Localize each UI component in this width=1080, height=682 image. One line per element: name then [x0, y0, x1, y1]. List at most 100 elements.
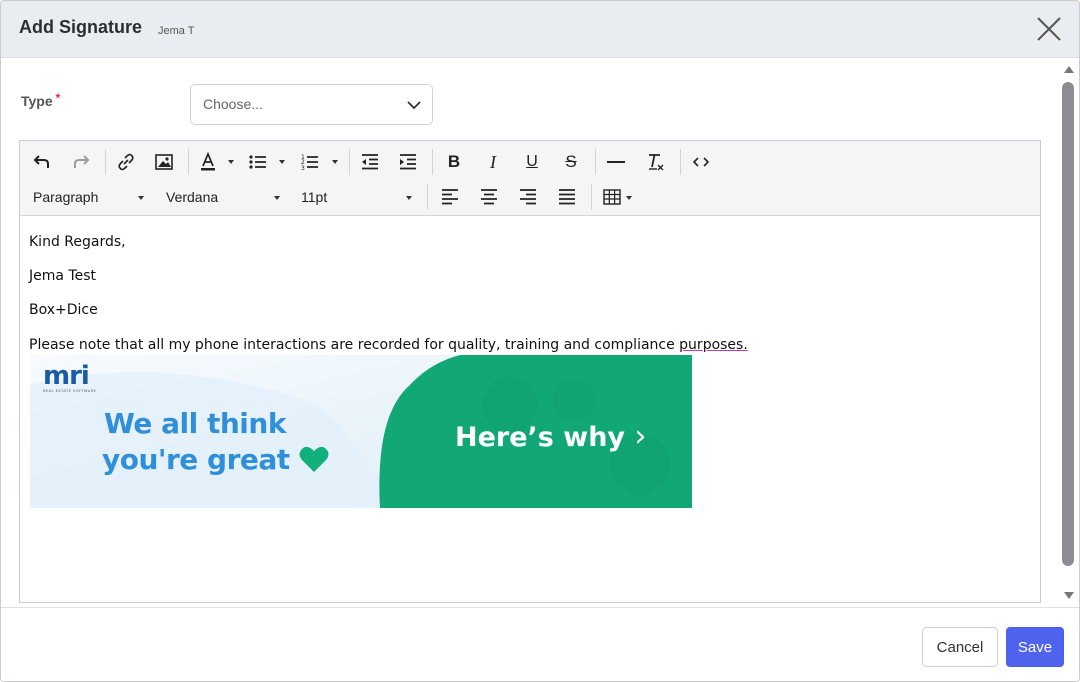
- heart-icon: [299, 446, 329, 472]
- font-size-value: 11pt: [301, 189, 328, 205]
- clear-formatting-icon: [649, 154, 664, 171]
- banner-headline-2: you're great: [102, 443, 290, 476]
- align-center-icon: [481, 189, 497, 205]
- scroll-up-arrow-icon[interactable]: [1064, 66, 1074, 73]
- disclaimer-text: Please note that all my phone interactio…: [29, 337, 680, 353]
- signature-line-greeting: Kind Regards,: [29, 234, 126, 250]
- toolbar-separator: [432, 149, 433, 175]
- align-center-button[interactable]: [477, 184, 501, 210]
- image-button[interactable]: [152, 149, 176, 175]
- font-size-dropdown[interactable]: 11pt: [301, 184, 421, 210]
- numbered-list-button[interactable]: 123: [298, 149, 322, 175]
- banner-cta-text: Here’s why: [455, 422, 626, 453]
- type-select-value: Choose...: [203, 96, 263, 112]
- block-format-value: Paragraph: [33, 189, 99, 205]
- mri-logo: mri REAL ESTATE SOFTWARE: [43, 361, 96, 393]
- underline-button[interactable]: U: [520, 149, 544, 175]
- underline-icon: U: [526, 153, 538, 170]
- signature-line-company: Box+Dice: [29, 302, 98, 318]
- image-icon: [155, 154, 173, 170]
- bullet-list-icon: [249, 155, 266, 169]
- indent-button[interactable]: [396, 149, 420, 175]
- block-format-caret: [138, 196, 144, 200]
- banner-headline-1: We all think: [104, 407, 286, 440]
- italic-icon: I: [490, 151, 496, 172]
- signature-line-name: Jema Test: [29, 268, 96, 284]
- font-family-dropdown[interactable]: Verdana: [166, 184, 286, 210]
- horizontal-line-button[interactable]: [604, 149, 628, 175]
- bold-button[interactable]: B: [442, 149, 466, 175]
- table-button[interactable]: [600, 184, 624, 210]
- font-family-caret: [274, 196, 280, 200]
- required-mark: *: [55, 91, 61, 105]
- dialog-footer: Cancel Save: [1, 607, 1079, 681]
- toolbar-separator: [591, 184, 592, 210]
- clear-formatting-button[interactable]: [644, 149, 668, 175]
- source-code-icon: [693, 157, 709, 167]
- redo-icon: [74, 155, 90, 168]
- toolbar-separator: [595, 149, 596, 175]
- link-icon: [118, 153, 134, 171]
- bold-icon: B: [447, 152, 461, 171]
- table-icon: [603, 189, 621, 205]
- text-color-icon: [201, 152, 215, 171]
- italic-button[interactable]: I: [481, 149, 505, 175]
- outdent-icon: [362, 154, 378, 170]
- bullet-list-dropdown-caret[interactable]: [279, 160, 285, 164]
- cancel-button[interactable]: Cancel: [922, 627, 998, 667]
- numbered-list-dropdown-caret[interactable]: [332, 160, 338, 164]
- vertical-scrollbar[interactable]: [1059, 58, 1079, 607]
- type-label-text: Type: [21, 93, 53, 109]
- scrollbar-thumb[interactable]: [1062, 82, 1074, 566]
- signature-line-disclaimer: Please note that all my phone interactio…: [29, 337, 748, 353]
- indent-icon: [400, 154, 416, 170]
- text-color-button[interactable]: [196, 149, 220, 175]
- banner-cta: Here’s why ›: [455, 419, 646, 454]
- horizontal-line-icon: [607, 161, 625, 163]
- dialog-header: Add Signature Jema T: [1, 1, 1079, 58]
- banner-headline-2-row: you're great: [102, 443, 329, 476]
- align-left-button[interactable]: [438, 184, 462, 210]
- table-dropdown-caret[interactable]: [626, 196, 632, 200]
- font-size-caret: [406, 196, 412, 200]
- align-right-icon: [520, 189, 536, 205]
- link-button[interactable]: [114, 149, 138, 175]
- bullet-list-button[interactable]: [246, 149, 270, 175]
- save-button[interactable]: Save: [1006, 627, 1064, 667]
- add-signature-dialog: Add Signature Jema T Type * Choose... 1 …: [0, 0, 1080, 682]
- mri-logo-text: mri: [43, 361, 90, 391]
- text-color-dropdown-caret[interactable]: [228, 160, 234, 164]
- toolbar-separator: [427, 184, 428, 210]
- close-icon: [1037, 17, 1061, 41]
- editor-content[interactable]: Kind Regards, Jema Test Box+Dice Please …: [20, 217, 1040, 602]
- svg-text:3: 3: [301, 165, 305, 171]
- toolbar-separator: [349, 149, 350, 175]
- outdent-button[interactable]: [358, 149, 382, 175]
- signature-editor: 123 B I U S Paragraph Verdana 11pt Kind …: [19, 140, 1041, 603]
- type-select[interactable]: Choose...: [190, 84, 433, 125]
- align-justify-button[interactable]: [555, 184, 579, 210]
- toolbar-separator: [680, 149, 681, 175]
- block-format-dropdown[interactable]: Paragraph: [33, 184, 148, 210]
- scroll-down-arrow-icon[interactable]: [1064, 592, 1074, 599]
- font-family-value: Verdana: [166, 189, 219, 205]
- chevron-down-icon: [407, 101, 421, 110]
- toolbar-separator: [188, 149, 189, 175]
- editor-toolbar: 123 B I U S Paragraph Verdana 11pt: [20, 141, 1040, 216]
- numbered-list-icon: 123: [301, 154, 318, 171]
- source-code-button[interactable]: [689, 149, 713, 175]
- dialog-subtitle: Jema T: [158, 25, 195, 37]
- undo-button[interactable]: [30, 149, 54, 175]
- strikethrough-button[interactable]: S: [559, 149, 583, 175]
- align-left-icon: [442, 189, 458, 205]
- mri-logo-tagline: REAL ESTATE SOFTWARE: [43, 389, 97, 393]
- close-button[interactable]: [1035, 15, 1063, 43]
- align-right-button[interactable]: [516, 184, 540, 210]
- signature-banner-image: mri REAL ESTATE SOFTWARE We all think yo…: [30, 355, 692, 508]
- undo-icon: [33, 155, 49, 168]
- redo-button[interactable]: [69, 149, 93, 175]
- strikethrough-icon: S: [565, 152, 577, 171]
- dialog-title: Add Signature: [19, 17, 143, 37]
- align-justify-icon: [559, 189, 575, 205]
- disclaimer-end-text: purposes.: [679, 337, 748, 353]
